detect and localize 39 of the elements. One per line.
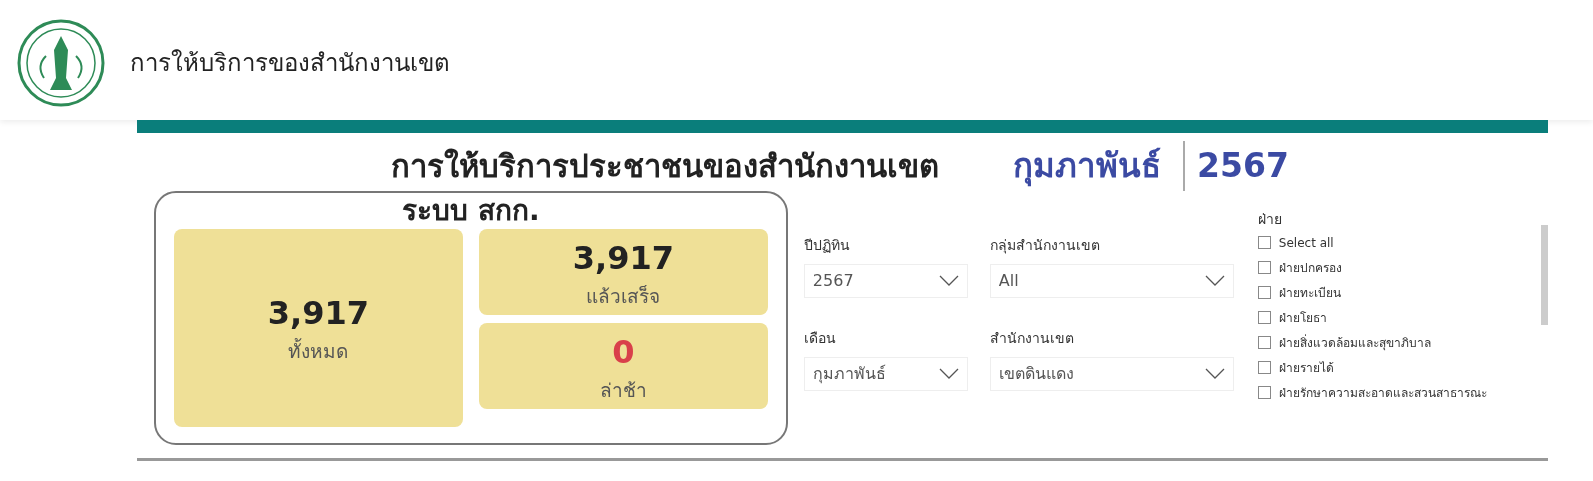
- checkbox[interactable]: [1257, 386, 1271, 399]
- checkbox[interactable]: [1257, 236, 1271, 249]
- option-label[interactable]: ฝ่ายทะเบียน: [1278, 283, 1341, 302]
- chevron-icon: [938, 368, 959, 379]
- option-label[interactable]: ฝ่ายรักษาความสะอาดและสวนสาธารณะ: [1278, 383, 1487, 402]
- report-title: การให้บริการประชาชนของสำนักงานเขต: [390, 146, 940, 186]
- kpi-value: 3,917: [266, 293, 371, 335]
- year-label: 2567: [1196, 145, 1289, 187]
- option-label[interactable]: ฝ่ายปกครอง: [1278, 258, 1342, 277]
- dropdown[interactable]: All: [989, 263, 1234, 298]
- kpi-label: ทั้งหมด: [287, 337, 350, 365]
- option-label[interactable]: ฝ่ายสิ่งแวดล้อมและสุขาภิบาล: [1278, 333, 1431, 352]
- chevron-icon: [938, 275, 959, 286]
- checkbox[interactable]: [1257, 336, 1271, 349]
- option-label[interactable]: ฝ่ายโยธา: [1278, 308, 1327, 327]
- option-label[interactable]: ฝ่ายรายได้: [1278, 358, 1334, 377]
- option-label[interactable]: Select all: [1278, 233, 1334, 252]
- dropdown[interactable]: 2567: [803, 263, 968, 298]
- filter-title: ฝ่าย: [1257, 209, 1283, 229]
- filter-label: กลุ่มสำนักงานเขต: [989, 235, 1101, 256]
- filter-label: สำนักงานเขต: [989, 328, 1075, 348]
- page-title: การให้บริการของสำนักงานเขต: [130, 48, 450, 79]
- kpi-value: 3,917: [571, 237, 675, 279]
- dropdown[interactable]: เขตดินแดง: [989, 356, 1234, 391]
- month-label: กุมภาพันธ์: [1013, 141, 1185, 191]
- kpi-label: แล้วเสร็จ: [585, 283, 662, 309]
- chevron-icon: [1204, 275, 1225, 286]
- scrollbar[interactable]: [1541, 224, 1548, 325]
- checkbox[interactable]: [1257, 311, 1271, 324]
- kpi-value: 0: [611, 331, 636, 373]
- checkbox[interactable]: [1257, 286, 1271, 299]
- dropdown[interactable]: กุมภาพันธ์: [803, 356, 968, 391]
- checkbox[interactable]: [1257, 361, 1271, 374]
- filter-label: เดือน: [803, 328, 837, 348]
- kpi-label: ล่าช้า: [598, 377, 648, 403]
- panel-title: ระบบ สกก.: [401, 192, 541, 229]
- checkbox[interactable]: [1257, 261, 1271, 274]
- filter-label: ปีปฏิทิน: [803, 235, 851, 255]
- chevron-icon: [1204, 368, 1225, 379]
